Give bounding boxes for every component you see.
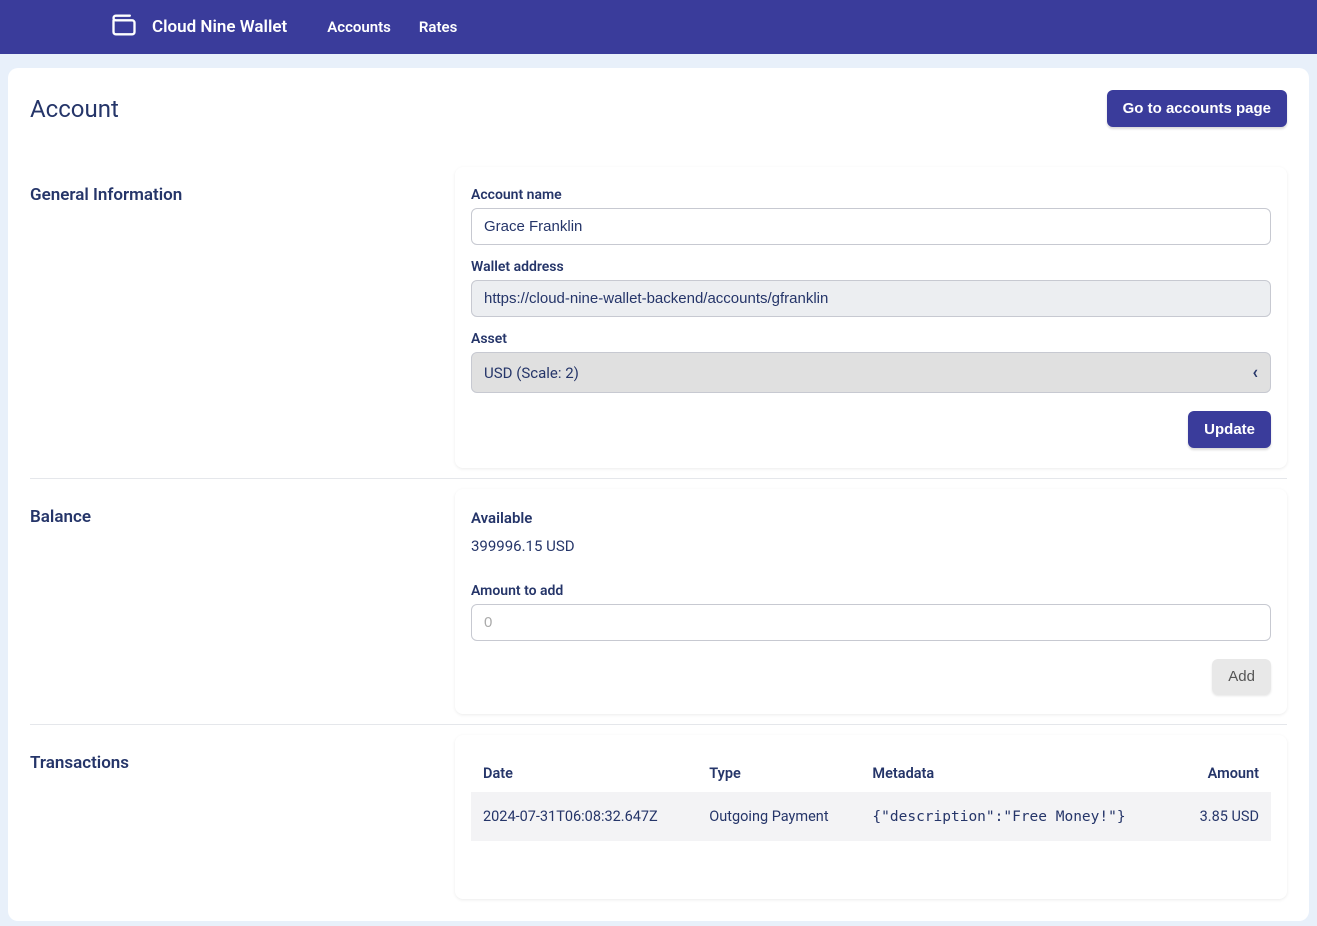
- section-title-balance: Balance: [30, 489, 455, 527]
- nav-rates[interactable]: Rates: [419, 18, 457, 36]
- go-to-accounts-button[interactable]: Go to accounts page: [1107, 90, 1287, 127]
- chevron-left-icon: ‹: [1252, 362, 1258, 383]
- wallet-address-label: Wallet address: [471, 259, 1271, 275]
- cell-amount: 3.85 USD: [1176, 792, 1271, 841]
- balance-panel: Available 399996.15 USD Amount to add Ad…: [455, 489, 1287, 714]
- account-name-label: Account name: [471, 187, 1271, 203]
- section-title-general: General Information: [30, 167, 455, 205]
- section-general: General Information Account name Wallet …: [30, 167, 1287, 468]
- asset-label: Asset: [471, 331, 1271, 347]
- brand-name: Cloud Nine Wallet: [152, 17, 287, 37]
- transactions-panel: Date Type Metadata Amount 2024-07-31T06:…: [455, 735, 1287, 899]
- cell-metadata: {"description":"Free Money!"}: [860, 792, 1176, 841]
- amount-to-add-label: Amount to add: [471, 583, 1271, 599]
- cell-type: Outgoing Payment: [697, 792, 860, 841]
- account-name-input[interactable]: [471, 208, 1271, 245]
- cell-date: 2024-07-31T06:08:32.647Z: [471, 792, 697, 841]
- available-value: 399996.15 USD: [471, 537, 1271, 555]
- col-date: Date: [471, 755, 697, 792]
- col-type: Type: [697, 755, 860, 792]
- divider: [30, 724, 1287, 725]
- divider: [30, 478, 1287, 479]
- section-balance: Balance Available 399996.15 USD Amount t…: [30, 489, 1287, 714]
- app-header: Cloud Nine Wallet Accounts Rates: [0, 0, 1317, 54]
- section-title-transactions: Transactions: [30, 735, 455, 773]
- amount-to-add-input[interactable]: [471, 604, 1271, 641]
- table-row[interactable]: 2024-07-31T06:08:32.647Z Outgoing Paymen…: [471, 792, 1271, 841]
- nav-links: Accounts Rates: [327, 18, 457, 36]
- wallet-address-input: [471, 280, 1271, 317]
- general-panel: Account name Wallet address Asset USD (S…: [455, 167, 1287, 468]
- col-metadata: Metadata: [860, 755, 1176, 792]
- asset-selected-value: USD (Scale: 2): [484, 364, 579, 382]
- page-head: Account Go to accounts page: [30, 90, 1287, 127]
- transactions-table: Date Type Metadata Amount 2024-07-31T06:…: [471, 755, 1271, 841]
- page-title: Account: [30, 95, 119, 123]
- brand-area[interactable]: Cloud Nine Wallet: [110, 11, 287, 43]
- available-label: Available: [471, 509, 1271, 527]
- add-button[interactable]: Add: [1212, 659, 1271, 694]
- col-amount: Amount: [1176, 755, 1271, 792]
- section-transactions: Transactions Date Type Metadata Amount 2…: [30, 735, 1287, 899]
- wallet-icon: [110, 11, 138, 43]
- asset-select[interactable]: USD (Scale: 2) ‹: [471, 352, 1271, 393]
- update-button[interactable]: Update: [1188, 411, 1271, 448]
- nav-accounts[interactable]: Accounts: [327, 18, 391, 36]
- main-card: Account Go to accounts page General Info…: [8, 68, 1309, 921]
